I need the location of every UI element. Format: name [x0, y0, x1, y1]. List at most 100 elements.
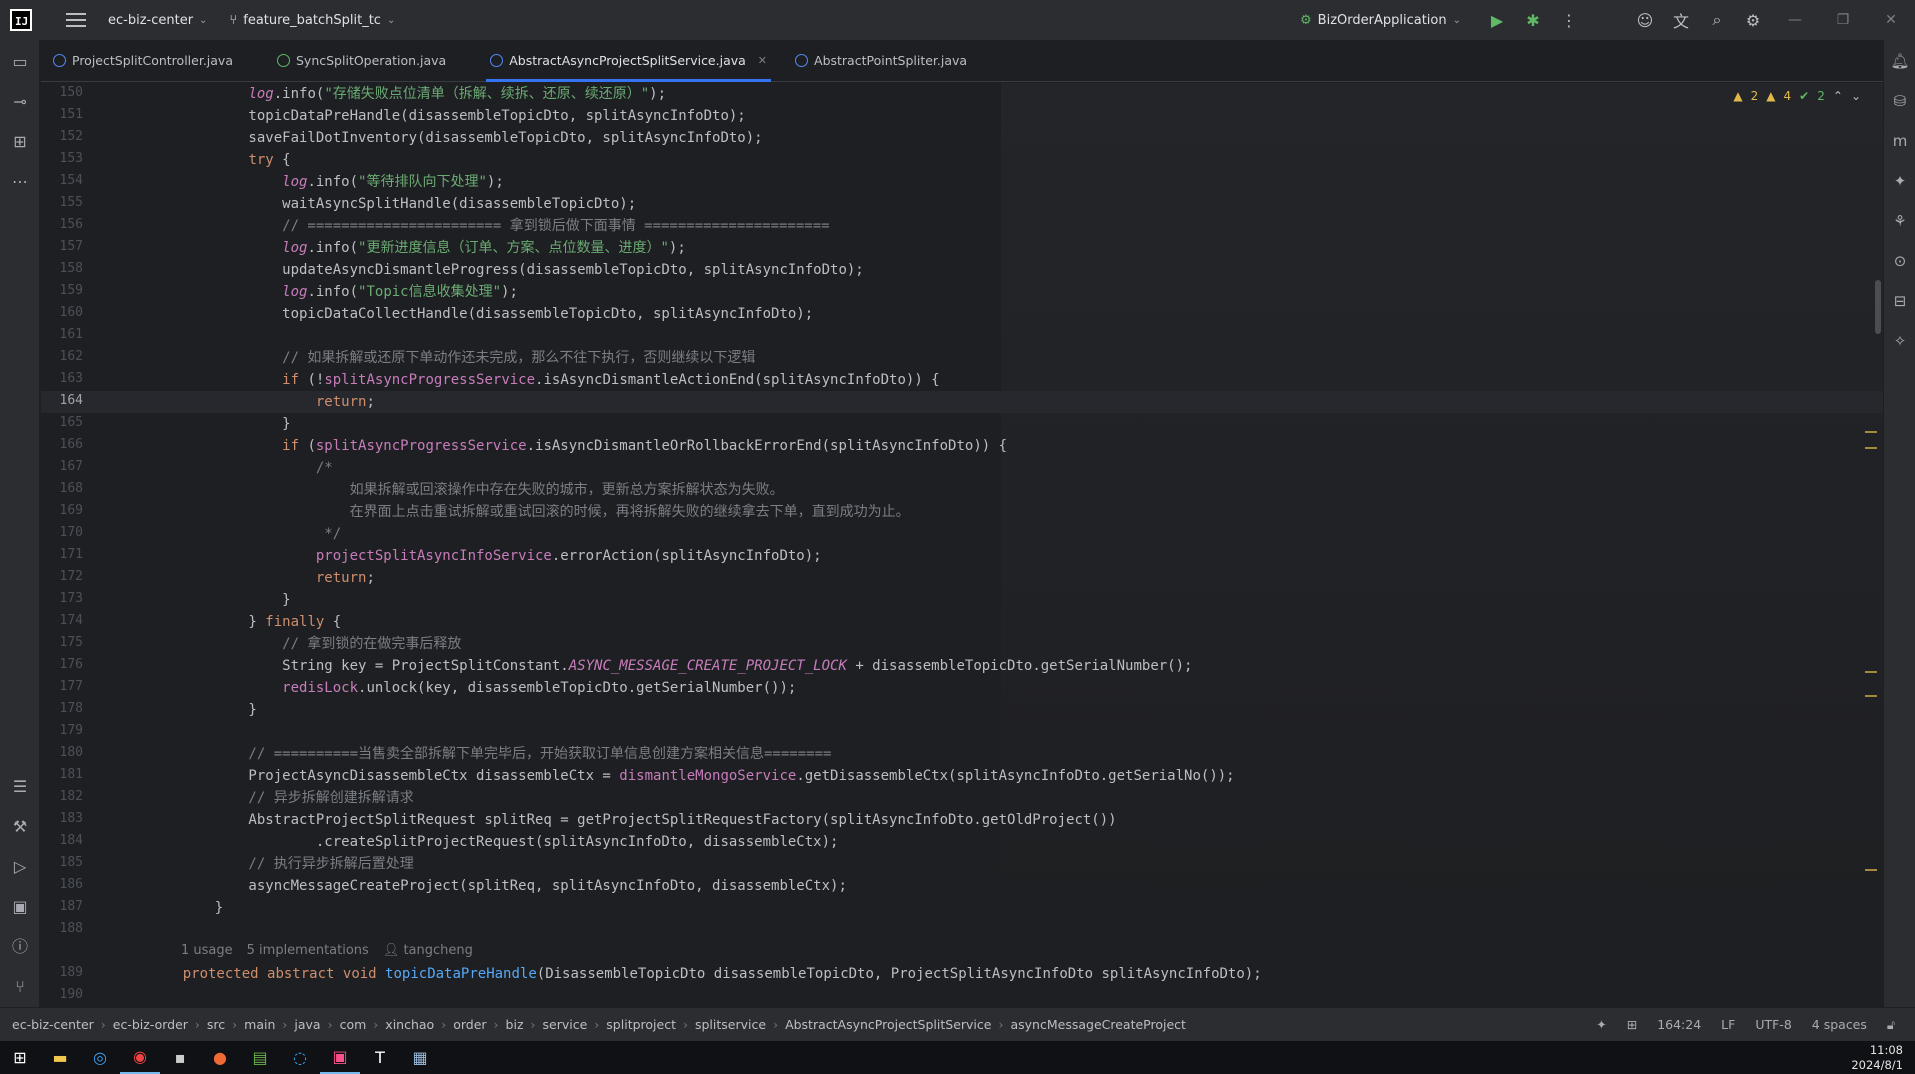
todo-icon[interactable]: ☰	[8, 775, 32, 799]
terminal-icon[interactable]: ▣	[8, 895, 32, 919]
windows-start-icon[interactable]: ⊞	[0, 1041, 40, 1074]
file-explorer-icon[interactable]: ▬	[40, 1041, 80, 1074]
code-with-me-icon[interactable]: ☺	[1627, 11, 1663, 30]
code-line[interactable]: ProjectAsyncDisassembleCtx disassembleCt…	[181, 765, 1234, 787]
code-line[interactable]: */	[181, 523, 341, 545]
more-actions-icon[interactable]: ⋮	[1551, 11, 1587, 30]
postman-icon[interactable]: ●	[200, 1041, 240, 1074]
settings-icon[interactable]: ⚙	[1735, 11, 1771, 30]
breadcrumb-item[interactable]: service	[543, 1017, 588, 1032]
code-line[interactable]: if (splitAsyncProgressService.isAsyncDis…	[181, 435, 1007, 457]
build-icon[interactable]: ⚒	[8, 815, 32, 839]
breadcrumb-item[interactable]: splitproject	[606, 1017, 676, 1032]
code-line[interactable]: /*	[181, 457, 333, 479]
code-line[interactable]: updateAsyncDismantleProgress(disassemble…	[181, 259, 864, 281]
search-icon[interactable]: ⌕	[1699, 10, 1735, 30]
code-line[interactable]: waitAsyncSplitHandle(disassembleTopicDto…	[181, 193, 636, 215]
terminal-icon[interactable]: ▪	[160, 1041, 200, 1074]
code-line[interactable]: log.info("Topic信息收集处理");	[181, 281, 518, 303]
indent-setting[interactable]: 4 spaces	[1812, 1017, 1867, 1032]
tab-syncsplitoperation[interactable]: SyncSplitOperation.java	[265, 40, 458, 82]
database-icon[interactable]: ⛁	[1889, 90, 1911, 112]
code-line[interactable]: topicDataPreHandle(disassembleTopicDto, …	[181, 105, 745, 127]
browser-icon[interactable]: ◌	[280, 1041, 320, 1074]
intellij-icon[interactable]: ▣	[320, 1041, 360, 1074]
chevron-down-icon[interactable]: ⌄	[1851, 89, 1861, 103]
code-line[interactable]: asyncMessageCreateProject(splitReq, spli…	[181, 875, 846, 897]
code-line[interactable]: try {	[181, 149, 290, 171]
breadcrumb-item[interactable]: com	[340, 1017, 367, 1032]
code-line[interactable]: // 拿到锁的在做完事后释放	[181, 633, 461, 655]
problems-icon[interactable]: ⓘ	[8, 935, 32, 959]
translate-icon[interactable]: 文	[1663, 8, 1699, 32]
close-tab-icon[interactable]: ✕	[758, 54, 767, 67]
run-icon[interactable]: ▶	[1479, 11, 1515, 30]
code-line[interactable]: topicDataCollectHandle(disassembleTopicD…	[181, 303, 813, 325]
breadcrumb-item[interactable]: ec-biz-order	[113, 1017, 188, 1032]
code-line[interactable]: log.info("更新进度信息（订单、方案、点位数量、进度）");	[181, 237, 686, 259]
restore-icon[interactable]: ❐	[1819, 12, 1867, 28]
breadcrumb-item[interactable]: biz	[506, 1017, 524, 1032]
endpoints-icon[interactable]: ⊙	[1889, 250, 1911, 272]
breadcrumb-item[interactable]: main	[244, 1017, 275, 1032]
line-separator[interactable]: LF	[1721, 1017, 1735, 1032]
caret-position[interactable]: 164:24	[1657, 1017, 1701, 1032]
code-line[interactable]: projectSplitAsyncInfoService.errorAction…	[181, 545, 822, 567]
code-line[interactable]: 如果拆解或回滚操作中存在失败的城市，更新总方案拆解状态为失败。	[181, 479, 784, 501]
code-line[interactable]: .createSplitProjectRequest(splitAsyncInf…	[181, 831, 839, 853]
lock-icon[interactable]: 🔓︎	[1887, 1017, 1895, 1033]
code-line[interactable]: redisLock.unlock(key, disassembleTopicDt…	[181, 677, 796, 699]
inspection-widget[interactable]: ▲ 2 ▲ 4 ✔ 2 ⌃ ⌄	[1733, 89, 1861, 103]
code-line[interactable]: }	[181, 589, 290, 611]
code-line[interactable]: AbstractProjectSplitRequest splitReq = g…	[181, 809, 1116, 831]
app-icon[interactable]: ▦	[400, 1041, 440, 1074]
code-line[interactable]: }	[181, 413, 290, 435]
hint-author[interactable]: 👤︎ tangcheng	[383, 943, 473, 958]
code-line[interactable]: String key = ProjectSplitConstant.ASYNC_…	[181, 655, 1192, 677]
services-icon[interactable]: ▷	[8, 855, 32, 879]
code-line[interactable]: // 如果拆解或还原下单动作还未完成，那么不往下执行，否则继续以下逻辑	[181, 347, 755, 369]
tab-abstractasyncprojectsplitservice[interactable]: AbstractAsyncProjectSplitService.java ✕	[478, 40, 779, 82]
scrollbar-thumb[interactable]	[1875, 280, 1881, 334]
maven-icon[interactable]: m	[1889, 130, 1911, 152]
dependencies-icon[interactable]: ⊟	[1889, 290, 1911, 312]
gradle-icon[interactable]: ⚘	[1889, 210, 1911, 232]
code-line[interactable]: if (!splitAsyncProgressService.isAsyncDi…	[181, 369, 939, 391]
code-line[interactable]: 在界面上点击重试拆解或重试回滚的时候，再将拆解失败的继续拿去下单，直到成功为止。	[181, 501, 910, 523]
project-switcher[interactable]: ec-biz-center ⌄	[108, 13, 207, 28]
breadcrumb-item[interactable]: ec-biz-center	[12, 1017, 94, 1032]
ai-status-icon[interactable]: ✦	[1596, 1017, 1606, 1032]
minimize-icon[interactable]: —	[1771, 12, 1819, 28]
close-icon[interactable]: ✕	[1867, 12, 1915, 28]
chevron-up-icon[interactable]: ⌃	[1833, 89, 1843, 103]
breadcrumb-item[interactable]: AbstractAsyncProjectSplitService	[785, 1017, 991, 1032]
main-menu-icon[interactable]	[66, 13, 86, 27]
code-line[interactable]: // 异步拆解创建拆解请求	[181, 787, 413, 809]
breadcrumb-item[interactable]: src	[207, 1017, 225, 1032]
more-tools-icon[interactable]: ⋯	[8, 170, 32, 194]
code-line[interactable]: saveFailDotInventory(disassembleTopicDto…	[181, 127, 762, 149]
notepad-icon[interactable]: ▤	[240, 1041, 280, 1074]
breadcrumb-item[interactable]: order	[453, 1017, 486, 1032]
chrome-icon[interactable]: ◉	[120, 1041, 160, 1074]
breadcrumb-item[interactable]: splitservice	[695, 1017, 766, 1032]
code-line[interactable]: log.info("等待排队向下处理");	[181, 171, 504, 193]
run-config-selector[interactable]: ⚙ BizOrderApplication ⌄	[1300, 13, 1461, 28]
code-line[interactable]: return;	[181, 567, 375, 589]
debug-icon[interactable]: ✱	[1515, 11, 1551, 30]
code-editor[interactable]: ▲ 2 ▲ 4 ✔ 2 ⌃ ⌄ 150 log.info("存储失败点位清单（拆解、续…	[41, 83, 1883, 1007]
structure-icon[interactable]: ⊞	[8, 130, 32, 154]
code-vision-hint[interactable]: 1 usage 5 implementations 👤︎ tangcheng	[181, 943, 473, 958]
git-icon[interactable]: ⑂	[8, 975, 32, 999]
code-line[interactable]: }	[181, 699, 256, 721]
code-line[interactable]: // ==========当售卖全部拆解下单完毕后，开始获取订单信息创建方案相关…	[181, 743, 831, 765]
file-encoding[interactable]: UTF-8	[1755, 1017, 1791, 1032]
notifications-icon[interactable]: 🔔︎	[1889, 50, 1911, 72]
hint-implementations[interactable]: 5 implementations	[247, 943, 369, 958]
code-line[interactable]: // ======================= 拿到锁后做下面事情 ===…	[181, 215, 829, 237]
copilot-icon[interactable]: ✧	[1889, 330, 1911, 352]
code-line[interactable]: log.info("存储失败点位清单（拆解、续拆、还原、续还原）");	[181, 83, 666, 105]
commit-icon[interactable]: ⊸	[8, 90, 32, 114]
code-line[interactable]: return;	[181, 391, 375, 413]
breadcrumb-item[interactable]: java	[294, 1017, 320, 1032]
